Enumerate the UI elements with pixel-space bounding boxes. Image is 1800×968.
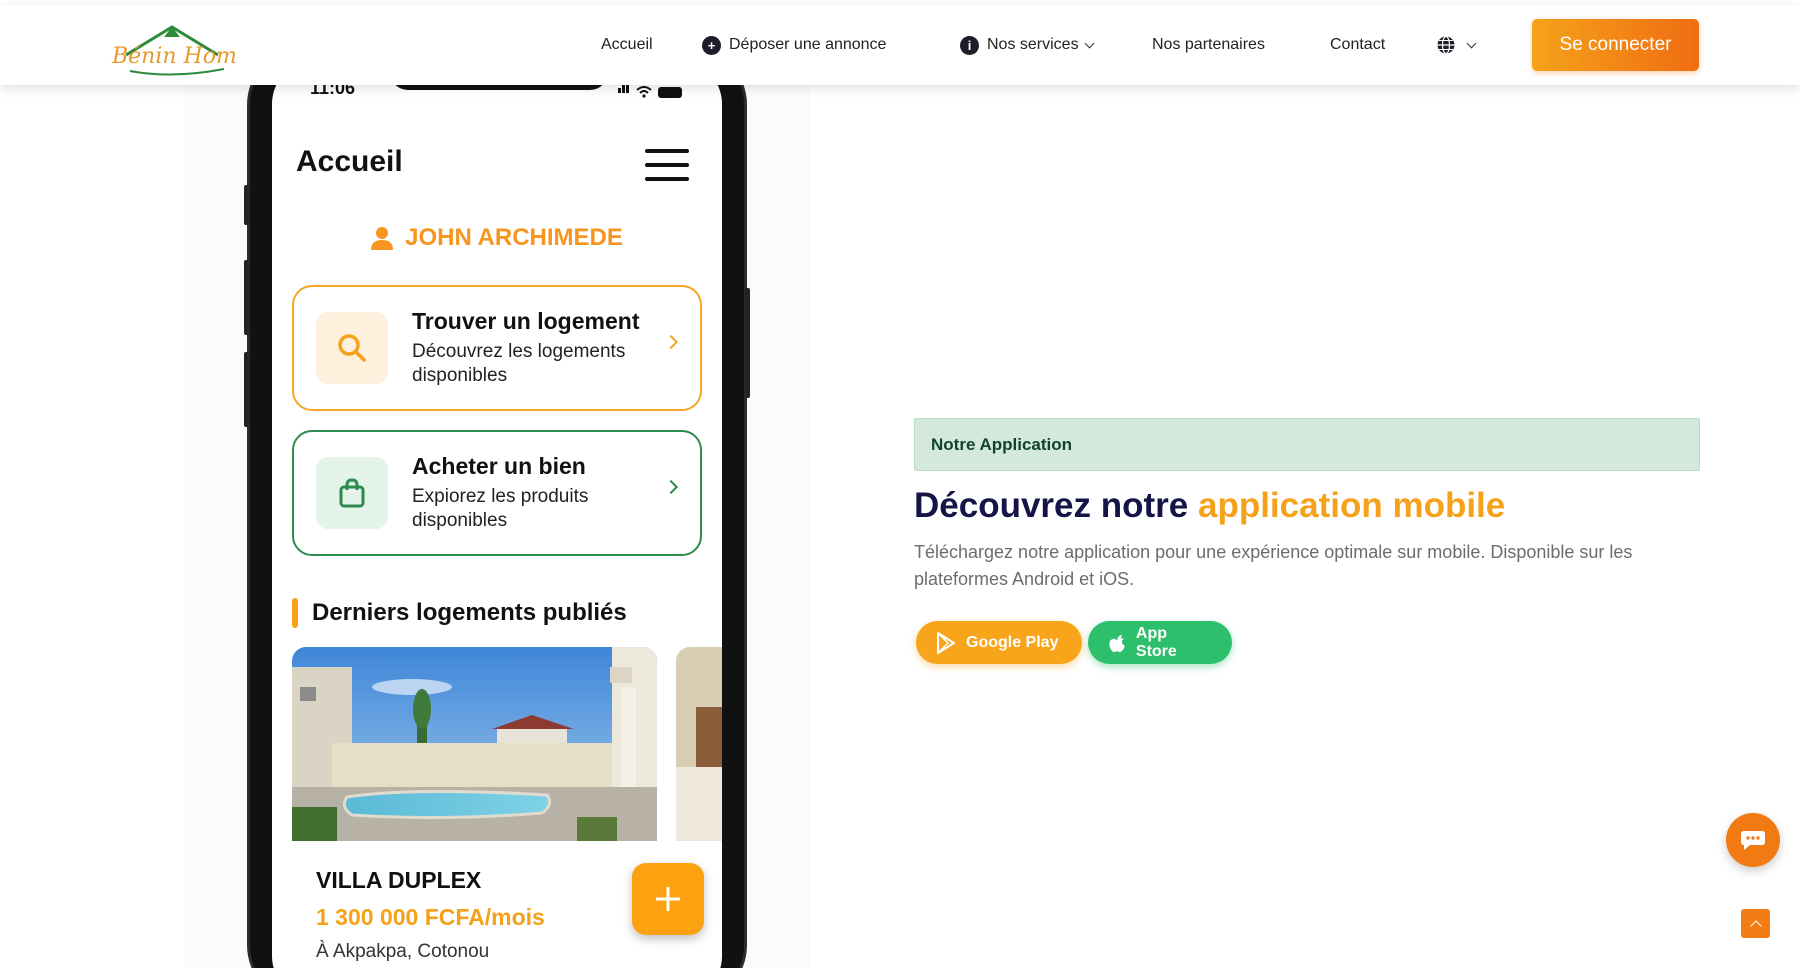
listing-name: VILLA DUPLEX [316, 867, 482, 893]
user-greeting: JOHN ARCHIMEDE [272, 224, 722, 252]
section-tag: Notre Application [914, 418, 1700, 471]
login-button[interactable]: Se connecter [1532, 19, 1699, 71]
google-play-label: Google Play [966, 633, 1059, 651]
listing-card-partial[interactable] [676, 647, 722, 841]
headline-accent: application mobile [1197, 486, 1506, 525]
apple-icon [1109, 634, 1125, 652]
screen-title: Accueil [296, 145, 403, 178]
chevron-right-icon [663, 334, 679, 350]
section-accent-bar [292, 598, 298, 628]
brand-logo[interactable]: Bénin Home [108, 19, 250, 81]
find-housing-card[interactable]: Trouver un logement Découvrez les logeme… [292, 285, 702, 411]
user-name: JOHN ARCHIMEDE [405, 224, 623, 251]
nav-accueil[interactable]: Accueil [601, 5, 653, 85]
app-store-label: App Store [1135, 624, 1177, 660]
phone-screen: 11:06 Accueil JOHN ARCHIMEDE Trouver un … [272, 60, 722, 968]
card-description: Découvrez les logements disponibles [412, 341, 626, 386]
plus-icon [656, 887, 680, 911]
listing-photo [292, 647, 657, 841]
nav-contact[interactable]: Contact [1330, 5, 1385, 85]
section-headline: Découvrez notre application mobile [914, 486, 1505, 526]
chevron-right-icon [663, 479, 679, 495]
phone-side-button [244, 352, 249, 427]
shopping-bag-icon [316, 457, 388, 529]
language-selector[interactable] [1436, 5, 1477, 85]
add-button[interactable] [632, 863, 704, 935]
nav-partenaires-label: Nos partenaires [1152, 36, 1265, 53]
wifi-icon [636, 86, 652, 98]
latest-listings-heading: Derniers logements publiés [292, 598, 627, 628]
card-title: Acheter un bien [412, 453, 586, 479]
card-title: Trouver un logement [412, 308, 640, 334]
search-icon [316, 312, 388, 384]
phone-side-button [244, 260, 249, 335]
phone-side-button [745, 288, 750, 398]
battery-icon [658, 87, 682, 98]
info-circle-icon: i [960, 35, 979, 55]
nav-services[interactable]: i Nos services [960, 5, 1095, 85]
nav-deposer-annonce-label: Déposer une annonce [729, 36, 887, 53]
listing-price: 1 300 000 FCFA/mois [316, 904, 545, 930]
site-header: Bénin Home Accueil + Déposer une annonce… [0, 5, 1800, 85]
user-icon [371, 227, 394, 250]
google-play-icon [937, 631, 955, 654]
chat-icon [1741, 831, 1765, 850]
plus-circle-icon: + [702, 35, 721, 55]
buy-property-card[interactable]: Acheter un bien Expiorez les produits di… [292, 430, 702, 556]
svg-text:Bénin Home: Bénin Home [111, 44, 238, 69]
nav-deposer-annonce[interactable]: + Déposer une annonce [702, 5, 886, 85]
listing-location: À Akpakpa, Cotonou [316, 941, 490, 962]
chevron-down-icon [1466, 38, 1477, 48]
section-title: Derniers logements publiés [312, 599, 627, 626]
nav-contact-label: Contact [1330, 36, 1386, 53]
section-description: Téléchargez notre application pour une e… [914, 542, 1633, 589]
scroll-to-top-button[interactable] [1741, 909, 1770, 938]
google-play-button[interactable]: Google Play [916, 621, 1082, 664]
chevron-up-icon [1749, 919, 1762, 932]
menu-icon[interactable] [645, 149, 689, 181]
chat-button[interactable] [1726, 813, 1780, 867]
headline-main: Découvrez notre [914, 486, 1189, 525]
card-description: Expiorez les produits disponibles [412, 486, 589, 531]
nav-partenaires[interactable]: Nos partenaires [1152, 5, 1265, 85]
chevron-down-icon [1084, 38, 1095, 48]
nav-accueil-label: Accueil [601, 36, 653, 53]
listing-card[interactable]: VILLA DUPLEX 1 300 000 FCFA/mois À Akpak… [292, 647, 657, 968]
globe-icon [1437, 35, 1455, 55]
nav-services-label: Nos services [987, 36, 1079, 53]
phone-side-button [244, 185, 249, 225]
app-store-button[interactable]: App Store [1088, 621, 1232, 664]
